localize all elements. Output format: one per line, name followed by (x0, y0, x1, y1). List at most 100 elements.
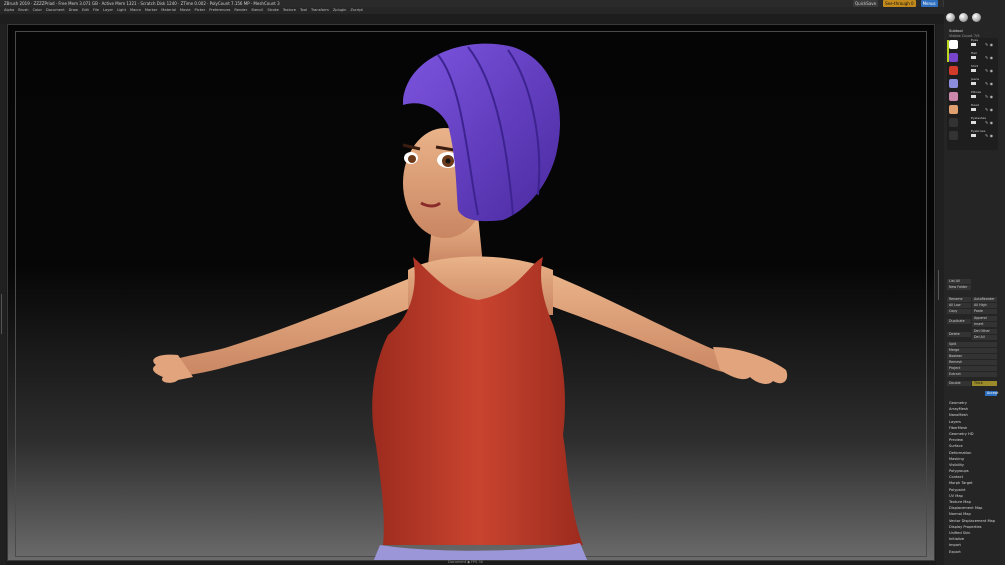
visibility-eye-icon[interactable]: ✎ ◉ (985, 81, 993, 86)
project-button[interactable]: Project (947, 366, 997, 371)
subtool-thumbnail (949, 118, 958, 127)
boolean-button[interactable]: Boolean (947, 354, 997, 359)
menu-document[interactable]: Document (46, 7, 65, 14)
all-low-button[interactable]: All Low (947, 303, 971, 308)
subtool-thumbnail (949, 79, 958, 88)
right-tray-handle[interactable] (938, 270, 942, 300)
see-through-slider[interactable]: See-through 0 (883, 0, 916, 7)
subtool-opacity-icon[interactable] (971, 134, 976, 137)
new-folder-button[interactable]: New Folder (947, 285, 971, 290)
menu-stencil[interactable]: Stencil (251, 7, 263, 14)
thick-slider[interactable]: Thick (972, 381, 997, 386)
list-all-button[interactable]: List All (947, 279, 971, 284)
tool-submenu-list: Geometry ArrayMesh NanoMesh Layers FiberMesh… (949, 400, 1003, 555)
menu-transform[interactable]: Transform (311, 7, 329, 14)
app-title: ZBrush 2019 · ZZZZPriad · Free Mem 3.071… (4, 1, 280, 6)
visibility-eye-icon[interactable]: ✎ ◉ (985, 68, 993, 73)
menu-render[interactable]: Render (234, 7, 247, 14)
visibility-eye-icon[interactable]: ✎ ◉ (985, 120, 993, 125)
del-other-button[interactable]: Del Other (972, 329, 997, 334)
visibility-eye-icon[interactable]: ✎ ◉ (985, 133, 993, 138)
menu-texture[interactable]: Texture (283, 7, 296, 14)
subtool-item[interactable]: Eyebrows ✎ ◉ (947, 129, 998, 141)
subtool-item[interactable]: Pillows ✎ ◉ (947, 90, 998, 102)
menu-file[interactable]: File (93, 7, 99, 14)
subtool-thumbnail (949, 105, 958, 114)
subtool-opacity-icon[interactable] (971, 56, 976, 59)
standard-brush-icon[interactable] (959, 12, 968, 22)
visibility-eye-icon[interactable]: ✎ ◉ (985, 107, 993, 112)
title-bar: ZBrush 2019 · ZZZZPriad · Free Mem 3.071… (0, 0, 1005, 7)
subtool-item[interactable]: Shirt ✎ ◉ (947, 64, 998, 76)
subtool-item[interactable]: Eyes ✎ ◉ (947, 38, 998, 50)
menu-material[interactable]: Material (161, 7, 176, 14)
split-button[interactable]: Split (947, 342, 997, 347)
material-sphere-icon[interactable] (972, 12, 981, 22)
paste-button[interactable]: Paste (972, 309, 997, 314)
left-tray-handle[interactable] (1, 294, 6, 334)
menu-brush[interactable]: Brush (18, 7, 28, 14)
subtool-thumbnail (949, 66, 958, 75)
character-model[interactable] (8, 25, 935, 561)
menus-button[interactable]: Menus (920, 0, 938, 7)
accept-button[interactable]: Accept (985, 391, 998, 396)
subtool-name: Hair (971, 51, 978, 55)
menu-draw[interactable]: Draw (69, 7, 78, 14)
menu-stroke[interactable]: Stroke (267, 7, 278, 14)
double-button[interactable]: Double (947, 381, 971, 386)
quicksave-button[interactable]: QuickSave (853, 0, 879, 7)
subtool-opacity-icon[interactable] (971, 95, 976, 98)
subtool-name: Eyes (971, 38, 979, 42)
submenu-export[interactable]: Export (949, 549, 1003, 555)
top-shelf (0, 14, 944, 24)
menu-tool[interactable]: Tool (300, 7, 307, 14)
subtool-opacity-icon[interactable] (971, 69, 976, 72)
menu-alpha[interactable]: Alpha (4, 7, 14, 14)
merge-button[interactable]: Merge (947, 348, 997, 353)
menu-movie[interactable]: Movie (180, 7, 191, 14)
rename-button[interactable]: Rename (947, 297, 971, 302)
right-hand (713, 347, 788, 384)
menu-preferences[interactable]: Preferences (209, 7, 230, 14)
submenu-vector-displacement-map[interactable]: Vector Displacement Map (949, 518, 1003, 524)
subtool-item[interactable]: Head ✎ ◉ (947, 103, 998, 115)
subtool-item[interactable]: Hair ✎ ◉ (947, 51, 998, 63)
visibility-eye-icon[interactable]: ✎ ◉ (985, 42, 993, 47)
auto-reorder-button[interactable]: AutoReorder (972, 297, 997, 302)
menu-zplugin[interactable]: Zplugin (333, 7, 347, 14)
all-high-button[interactable]: All High (972, 303, 997, 308)
menu-layer[interactable]: Layer (103, 7, 113, 14)
subtool-thumbnail (949, 40, 958, 49)
append-button[interactable]: Append (972, 316, 997, 321)
subtool-opacity-icon[interactable] (971, 82, 976, 85)
menu-color[interactable]: Color (33, 7, 42, 14)
del-all-button[interactable]: Del All (972, 335, 997, 340)
menu-marker[interactable]: Marker (145, 7, 157, 14)
remesh-button[interactable]: Remesh (947, 360, 997, 365)
subtool-list: Eyes ✎ ◉ Hair ✎ ◉ Shirt ✎ ◉ Jeans ✎ ◉ Pillows ✎ ◉… (947, 38, 998, 150)
subtool-opacity-icon[interactable] (971, 108, 976, 111)
duplicate-button[interactable]: Duplicate (947, 319, 971, 324)
menu-macro[interactable]: Macro (130, 7, 141, 14)
visibility-eye-icon[interactable]: ✎ ◉ (985, 94, 993, 99)
insert-button[interactable]: Insert (972, 322, 997, 327)
document-viewport[interactable] (7, 24, 935, 561)
subtool-item[interactable]: Eyelashes ✎ ◉ (947, 116, 998, 128)
subtool-item[interactable]: Jeans ✎ ◉ (947, 77, 998, 89)
menu-zscript[interactable]: Zscript (350, 7, 362, 14)
subtool-opacity-icon[interactable] (971, 43, 976, 46)
zmodeler-brush-icon[interactable] (946, 12, 955, 22)
menu-light[interactable]: Light (117, 7, 126, 14)
menu-picker[interactable]: Picker (195, 7, 206, 14)
menu-edit[interactable]: Edit (82, 7, 89, 14)
subtool-name: Jeans (971, 77, 980, 81)
brush-thumbnails (946, 9, 1003, 25)
visibility-eye-icon[interactable]: ✎ ◉ (985, 55, 993, 60)
subtool-title[interactable]: Subtool (949, 29, 963, 33)
extract-button[interactable]: Extract (947, 372, 997, 377)
delete-button[interactable]: Delete (947, 332, 971, 337)
copy-button[interactable]: Copy (947, 309, 971, 314)
active-subtool-indicator (947, 40, 949, 62)
subtool-thumbnail (949, 53, 958, 62)
subtool-opacity-icon[interactable] (971, 121, 976, 124)
